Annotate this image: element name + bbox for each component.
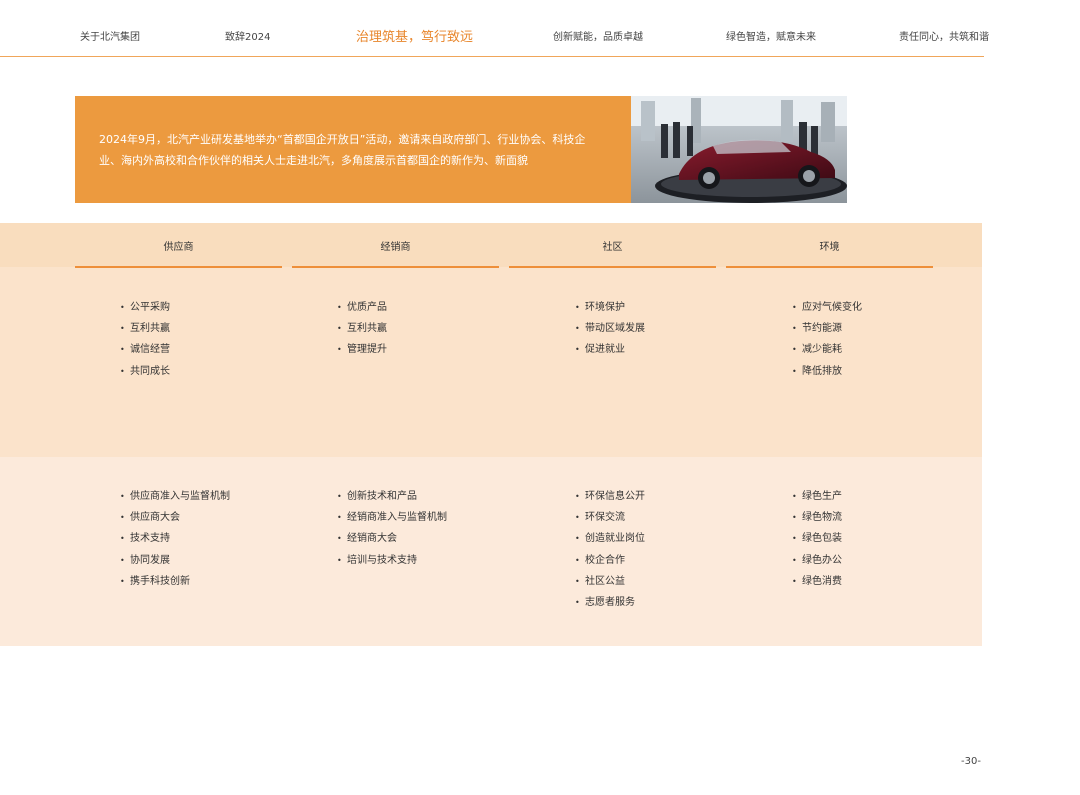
column-underline: [726, 266, 933, 268]
list-item: 技术支持: [120, 528, 230, 549]
column-underline: [75, 266, 282, 268]
column-header-environment: 环境: [819, 242, 840, 253]
community-actions-list: 环保信息公开 环保交流 创造就业岗位 校企合作 社区公益 志愿者服务: [575, 486, 645, 613]
community-issues-list: 环境保护 带动区域发展 促进就业: [575, 297, 645, 361]
list-item: 创新技术和产品: [337, 486, 447, 507]
list-item: 供应商准入与监督机制: [120, 486, 230, 507]
list-item: 志愿者服务: [575, 592, 645, 613]
list-item: 社区公益: [575, 571, 645, 592]
exhibition-photo: [631, 96, 847, 203]
list-item: 互利共赢: [120, 318, 170, 339]
list-item: 环保信息公开: [575, 486, 645, 507]
list-item: 绿色消费: [792, 571, 842, 592]
nav-item-about[interactable]: 关于北汽集团: [80, 28, 140, 43]
column-header-suppliers: 供应商: [163, 242, 194, 253]
intro-banner: 2024年9月，北汽产业研发基地举办“首都国企开放日”活动，邀请来自政府部门、行…: [75, 96, 631, 203]
list-item: 促进就业: [575, 339, 645, 360]
list-item: 诚信经营: [120, 339, 170, 360]
list-item: 创造就业岗位: [575, 528, 645, 549]
dealer-actions-list: 创新技术和产品 经销商准入与监督机制 经销商大会 培训与技术支持: [337, 486, 447, 571]
list-item: 优质产品: [337, 297, 387, 318]
environment-actions-list: 绿色生产 绿色物流 绿色包装 绿色办公 绿色消费: [792, 486, 842, 592]
list-item: 环境保护: [575, 297, 645, 318]
list-item: 绿色办公: [792, 550, 842, 571]
column-underline: [509, 266, 716, 268]
list-item: 经销商准入与监督机制: [337, 507, 447, 528]
list-item: 校企合作: [575, 550, 645, 571]
list-item: 共同成长: [120, 361, 170, 382]
list-item: 绿色包装: [792, 528, 842, 549]
list-item: 环保交流: [575, 507, 645, 528]
dealer-issues-list: 优质产品 互利共赢 管理提升: [337, 297, 387, 361]
list-item: 协同发展: [120, 550, 230, 571]
nav-item-speech[interactable]: 致辞2024: [225, 28, 270, 43]
list-item: 供应商大会: [120, 507, 230, 528]
supplier-issues-list: 公平采购 互利共赢 诚信经营 共同成长: [120, 297, 170, 382]
list-item: 带动区域发展: [575, 318, 645, 339]
list-item: 经销商大会: [337, 528, 447, 549]
top-navigation: 关于北汽集团 致辞2024 治理筑基，笃行致远 创新赋能，品质卓越 绿色智造，赋…: [0, 0, 989, 57]
list-item: 公平采购: [120, 297, 170, 318]
nav-divider: [0, 56, 984, 57]
list-item: 管理提升: [337, 339, 387, 360]
nav-item-governance[interactable]: 治理筑基，笃行致远: [356, 26, 473, 45]
list-item: 减少能耗: [792, 339, 862, 360]
list-item: 互利共赢: [337, 318, 387, 339]
supplier-actions-list: 供应商准入与监督机制 供应商大会 技术支持 协同发展 携手科技创新: [120, 486, 230, 592]
page-number: -30-: [961, 756, 981, 767]
nav-item-green[interactable]: 绿色智造，赋意未来: [726, 28, 816, 43]
environment-issues-list: 应对气候变化 节约能源 减少能耗 降低排放: [792, 297, 862, 382]
list-item: 培训与技术支持: [337, 550, 447, 571]
column-underline: [292, 266, 499, 268]
list-item: 绿色物流: [792, 507, 842, 528]
list-item: 节约能源: [792, 318, 862, 339]
column-header-community: 社区: [602, 242, 623, 253]
list-item: 绿色生产: [792, 486, 842, 507]
list-item: 应对气候变化: [792, 297, 862, 318]
list-item: 降低排放: [792, 361, 862, 382]
nav-item-responsibility[interactable]: 责任同心，共筑和谐: [899, 28, 989, 43]
nav-item-innovation[interactable]: 创新赋能，品质卓越: [553, 28, 643, 43]
banner-text: 2024年9月，北汽产业研发基地举办“首都国企开放日”活动，邀请来自政府部门、行…: [99, 133, 586, 167]
column-header-dealers: 经销商: [380, 242, 411, 253]
list-item: 携手科技创新: [120, 571, 230, 592]
